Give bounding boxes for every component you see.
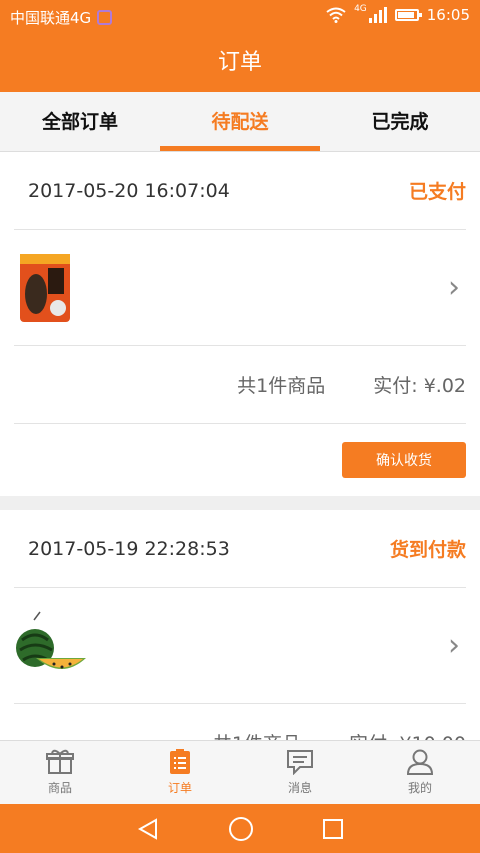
chevron-right-icon[interactable]: ›	[448, 628, 460, 663]
tab-pending-delivery[interactable]: 待配送	[160, 92, 320, 151]
paid-amount: 实付: ¥10.00	[349, 729, 466, 740]
order-status: 货到付款	[389, 539, 466, 561]
order-header: 2017-05-20 16:07:04 已支付	[14, 152, 466, 230]
nav-label: 订单	[167, 781, 192, 795]
nav-label: 商品	[47, 781, 72, 795]
order-summary: 共1件商品 实付: ¥.02	[14, 346, 466, 424]
item-count: 共1件商品	[213, 729, 301, 740]
home-icon[interactable]	[228, 816, 254, 842]
battery-icon	[394, 9, 422, 21]
carrier-info: 中国联通4G	[10, 7, 113, 28]
nav-item-orders[interactable]: 订单	[120, 741, 240, 804]
watermelon-icon	[16, 611, 86, 669]
network-type: 4G	[354, 4, 367, 14]
system-nav-bar	[0, 804, 480, 853]
order-time: 2017-05-20 16:07:04	[28, 179, 230, 202]
order-summary: 共1件商品 实付: ¥10.00	[14, 704, 466, 740]
back-icon[interactable]	[136, 817, 160, 841]
paid-amount: 实付: ¥.02	[373, 375, 466, 397]
signal-icon	[368, 7, 387, 23]
wifi-icon	[326, 7, 346, 23]
nav-label: 我的	[407, 781, 432, 795]
order-card[interactable]: 2017-05-19 22:28:53 货到付款 › 共1件商品 实付: ¥10…	[0, 510, 480, 740]
confirm-receipt-button[interactable]: 确认收货	[342, 442, 466, 478]
nav-label: 消息	[287, 781, 312, 795]
nav-item-me[interactable]: 我的	[360, 741, 480, 804]
item-count: 共1件商品	[237, 375, 326, 397]
snack-bag-icon	[20, 253, 70, 322]
order-goods-row[interactable]: ›	[14, 230, 466, 346]
page-title: 订单	[217, 50, 262, 75]
app-bar: 订单	[0, 34, 480, 92]
sim-icon	[97, 10, 113, 25]
order-tabs: 全部订单 待配送 已完成	[0, 92, 480, 152]
tab-completed[interactable]: 已完成	[320, 92, 480, 151]
order-time: 2017-05-19 22:28:53	[28, 537, 230, 560]
status-right: 4G 16:05	[326, 4, 470, 24]
bottom-nav: 商品 订单 消息 我的	[0, 740, 480, 804]
order-list-icon	[170, 749, 190, 774]
gift-icon	[46, 749, 74, 774]
user-icon	[406, 749, 434, 775]
order-header: 2017-05-19 22:28:53 货到付款	[14, 510, 466, 588]
carrier-label: 中国联通4G	[10, 9, 92, 27]
order-list[interactable]: 2017-05-20 16:07:04 已支付 › 共1件商品 实付: ¥.02…	[0, 152, 480, 740]
order-goods-row[interactable]: ›	[14, 588, 466, 704]
order-actions: 确认收货	[14, 424, 466, 496]
recents-icon[interactable]	[322, 818, 344, 840]
clock: 16:05	[426, 6, 470, 24]
status-bar: 中国联通4G 4G 16:05	[0, 0, 480, 34]
order-card[interactable]: 2017-05-20 16:07:04 已支付 › 共1件商品 实付: ¥.02…	[0, 152, 480, 496]
nav-item-messages[interactable]: 消息	[240, 741, 360, 804]
order-status: 已支付	[408, 181, 466, 203]
chevron-right-icon[interactable]: ›	[448, 270, 460, 305]
message-icon	[287, 750, 313, 775]
tab-all-orders[interactable]: 全部订单	[0, 92, 160, 151]
nav-item-products[interactable]: 商品	[0, 741, 120, 804]
